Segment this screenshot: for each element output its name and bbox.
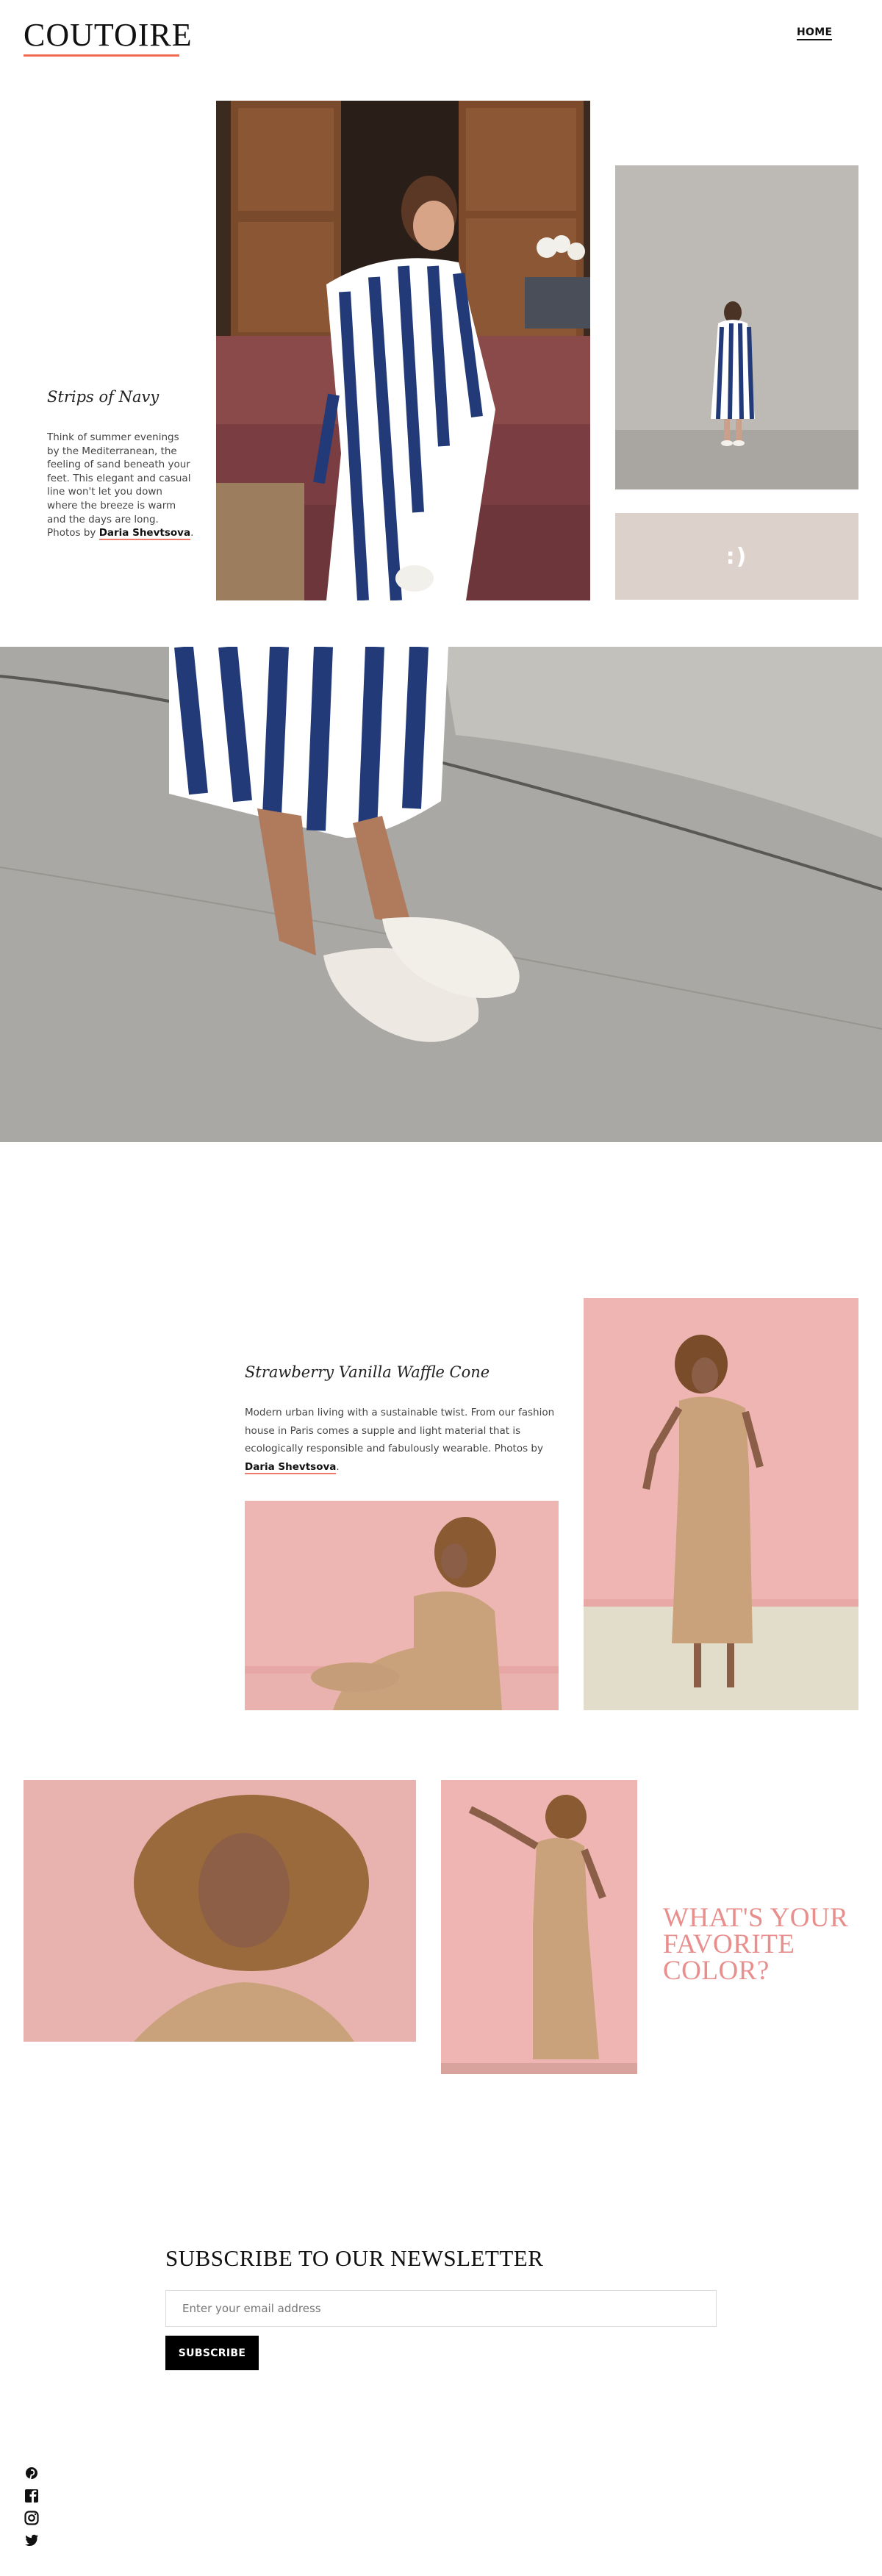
nav-home-link[interactable]: HOME (797, 26, 833, 40)
facebook-icon[interactable] (24, 2488, 40, 2504)
photographer-link[interactable]: Daria Shevtsova (98, 527, 191, 541)
section-description: Modern urban living with a sustainable t… (245, 1407, 555, 1474)
photo-curly-hair-portrait (24, 1780, 416, 2042)
smile-box: :) (615, 513, 858, 600)
site-logo[interactable]: COUTOIRE (24, 19, 193, 51)
subscribe-button[interactable]: SUBSCRIBE (165, 2336, 259, 2370)
photo-woman-sitting-steps (216, 101, 590, 600)
photographer-link[interactable]: Daria Shevtsova (245, 1460, 337, 1474)
photo-woman-standing-dress (584, 1298, 858, 1710)
logo-underline (24, 54, 179, 57)
twitter-icon[interactable] (24, 2532, 40, 2548)
photo-woman-sitting-pink (245, 1501, 559, 1710)
photo-woman-back-view (615, 165, 858, 489)
instagram-icon[interactable] (24, 2510, 40, 2526)
photo-woman-dancing (441, 1780, 637, 2074)
smile-text: :) (725, 543, 748, 570)
section-title-strips-of-navy: Strips of Navy (47, 388, 159, 406)
section-title-strawberry-vanilla: Strawberry Vanilla Waffle Cone (245, 1363, 490, 1381)
email-input[interactable] (165, 2290, 717, 2327)
favorite-color-question: WHAT'S YOUR FAVORITE COLOR? (663, 1903, 849, 1986)
photo-sneakers-full-width (0, 647, 882, 1142)
section-description: Think of summer evenings by the Mediterr… (47, 431, 194, 541)
newsletter-title: SUBSCRIBE TO OUR NEWSLETTER (165, 2245, 544, 2271)
pinterest-icon[interactable] (24, 2466, 40, 2482)
